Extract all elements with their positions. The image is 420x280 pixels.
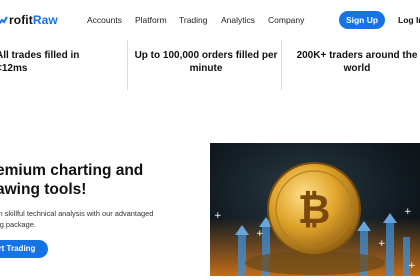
hero-subtitle-line2: ing package.: [0, 220, 36, 229]
stats-divider: [281, 40, 282, 90]
svg-text:+: +: [214, 211, 222, 221]
brand-name: rofitRaw: [9, 13, 58, 27]
hero-title-line1: emium charting and: [0, 162, 144, 179]
bitcoin-coin-image: ₿ + + + + +: [210, 143, 420, 276]
sign-up-button[interactable]: Sign Up: [339, 11, 385, 29]
brand-name-part2: Raw: [32, 13, 58, 27]
svg-text:₿: ₿: [298, 187, 331, 233]
stat-traders-line1: 200K+ traders around the: [296, 50, 418, 61]
nav-trading[interactable]: Trading: [179, 15, 208, 25]
stat-orders-per-minute: Up to 100,000 orders filled per minute: [134, 49, 278, 75]
svg-text:+: +: [378, 239, 386, 249]
stat-traders-worldwide: 200K+ traders around the world: [290, 49, 420, 75]
stat-fill-speed-text: All trades filled in <12ms: [0, 50, 80, 74]
bitcoin-hero-image: ₿ + + + + +: [210, 143, 420, 276]
hero-subtitle-line1: rm skillful technical analysis with our …: [0, 209, 154, 218]
stat-fill-speed: All trades filled in <12ms: [0, 49, 108, 75]
nav-analytics[interactable]: Analytics: [221, 15, 255, 25]
top-navbar: rofitRaw Accounts Platform Trading Analy…: [0, 0, 420, 40]
nav-platform[interactable]: Platform: [135, 15, 167, 25]
stats-bar: All trades filled in <12ms Up to 100,000…: [0, 40, 420, 95]
stat-orders-line1: Up to 100,000 orders filled per: [134, 50, 278, 61]
brand-name-part1: rofit: [9, 13, 33, 27]
nav-company[interactable]: Company: [268, 15, 304, 25]
svg-text:+: +: [408, 261, 416, 271]
start-trading-button[interactable]: rt Trading: [0, 240, 48, 258]
logo-mark-icon: [0, 15, 8, 24]
stat-orders-line2: minute: [189, 63, 223, 74]
log-in-link[interactable]: Log In: [398, 15, 420, 25]
hero-title-line2: awing tools!: [0, 181, 87, 198]
svg-text:+: +: [404, 207, 412, 217]
hero-subtitle: rm skillful technical analysis with our …: [0, 208, 194, 230]
brand-logo[interactable]: rofitRaw: [0, 12, 58, 28]
svg-text:+: +: [256, 229, 264, 239]
hero-title: emium charting and awing tools!: [0, 161, 196, 199]
stats-divider: [127, 40, 128, 90]
nav-accounts[interactable]: Accounts: [87, 15, 122, 25]
stat-traders-line2: world: [343, 63, 371, 74]
